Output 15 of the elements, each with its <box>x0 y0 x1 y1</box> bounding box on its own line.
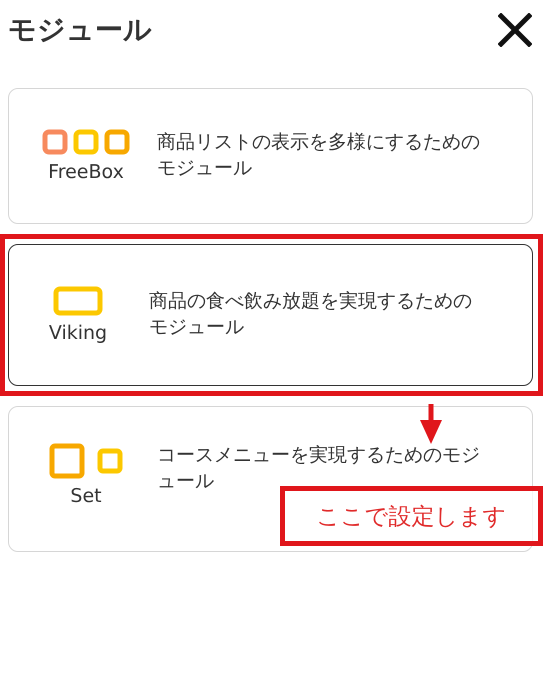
module-card[interactable]: FreeBox 商品リストの表示を多様にするためのモジュール <box>8 88 533 224</box>
module-description: 商品の食べ飲み放題を実現するためのモジュール <box>149 289 473 340</box>
boxes-icon <box>42 129 130 155</box>
rectangle-icon <box>53 286 103 316</box>
page-title: モジュール <box>8 12 152 48</box>
close-button[interactable] <box>497 12 533 48</box>
close-icon <box>498 13 532 47</box>
module-name: FreeBox <box>48 161 124 183</box>
arrow-icon <box>420 404 442 444</box>
module-name: Viking <box>48 322 108 344</box>
module-name: Set <box>70 485 102 507</box>
module-description: 商品リストの表示を多様にするためのモジュール <box>157 130 481 181</box>
module-card[interactable]: Viking 商品の食べ飲み放題を実現するためのモジュール <box>8 244 533 386</box>
squares-icon <box>49 443 123 479</box>
callout-note: ここで設定します <box>280 486 543 546</box>
